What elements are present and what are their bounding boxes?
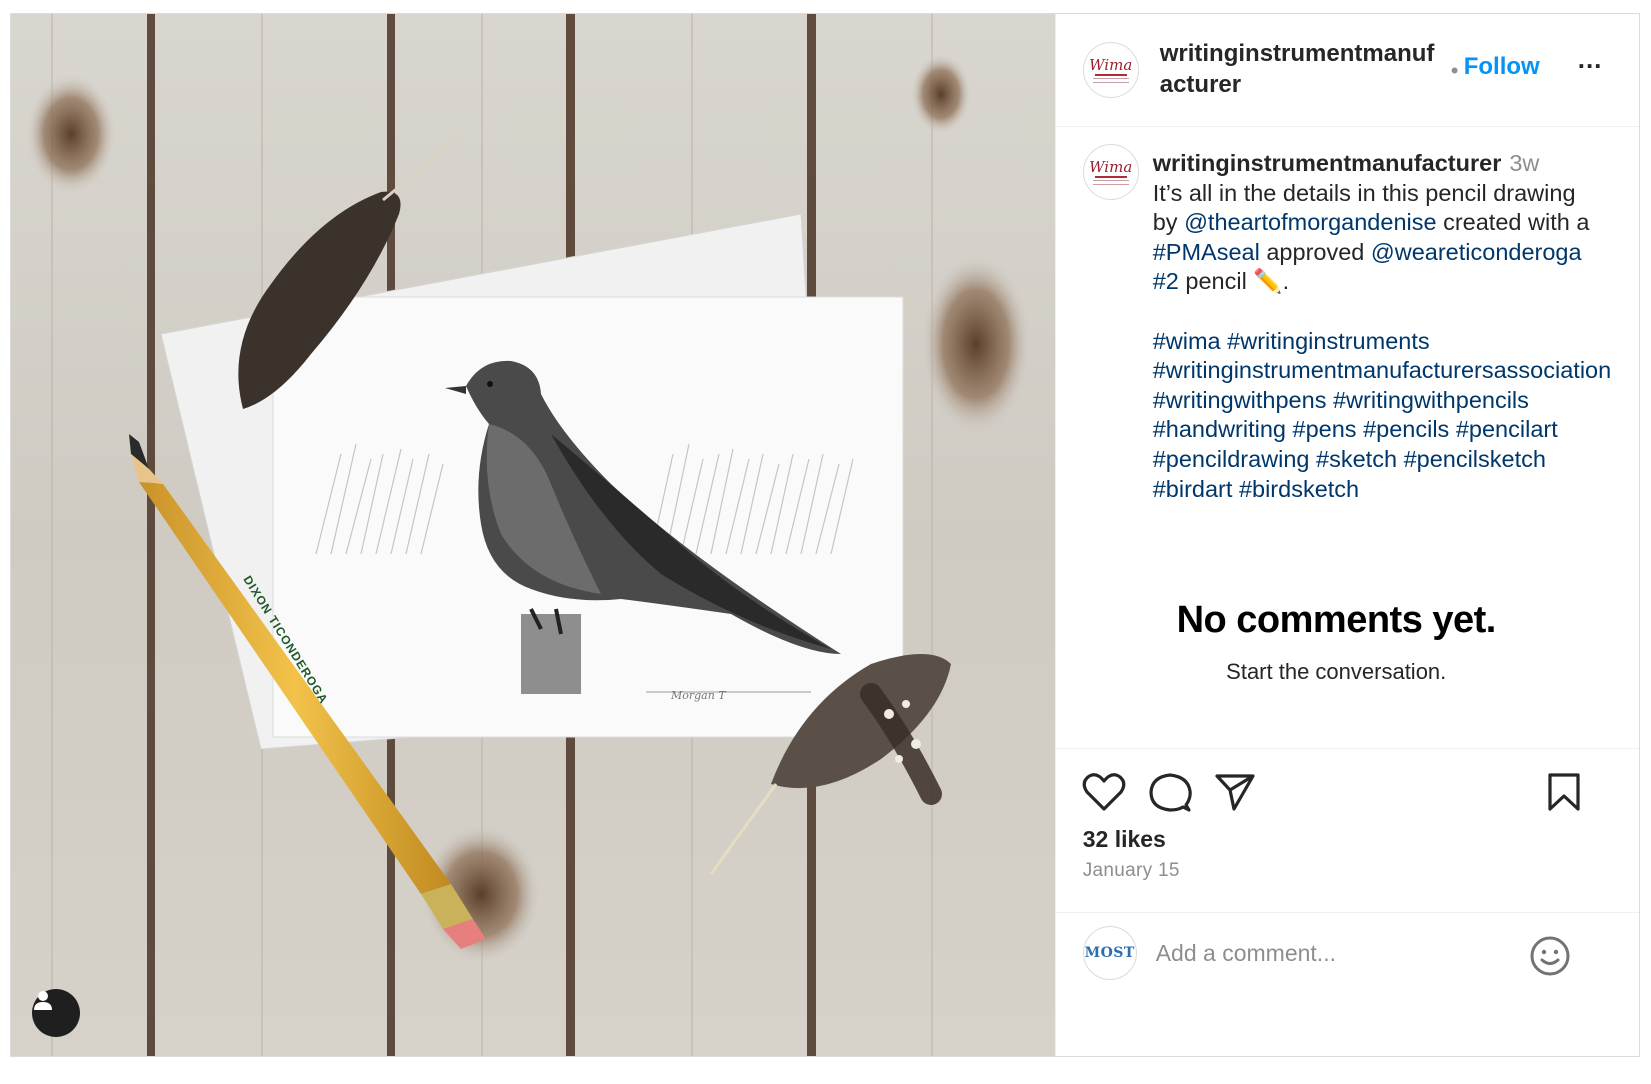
- avatar-logo-line: [1094, 73, 1127, 76]
- author-avatar[interactable]: Wima: [1082, 42, 1139, 98]
- no-comments-title: No comments yet.: [1176, 599, 1497, 641]
- hashtag-link[interactable]: #pencilsketch: [1404, 446, 1546, 472]
- avatar-logo: Wima: [1089, 157, 1133, 176]
- hashtag-link[interactable]: #pencildrawing: [1153, 446, 1310, 472]
- mention-theartofmorgandenise[interactable]: @theartofmorgandenise: [1184, 209, 1436, 235]
- header-username[interactable]: writinginstrumentmanuf acturer: [1160, 38, 1445, 100]
- caption-segment: pencil ✏️.: [1178, 268, 1290, 295]
- hashtag-link[interactable]: #pencilart: [1456, 416, 1558, 442]
- hashtag-link[interactable]: #wima: [1153, 328, 1221, 354]
- separator-dot: •: [1450, 58, 1459, 83]
- hashtag-2[interactable]: #2: [1153, 268, 1179, 294]
- caption-author-avatar[interactable]: Wima: [1082, 144, 1139, 200]
- user-tag-icon: [34, 991, 52, 1010]
- hashtag-link[interactable]: #pens: [1293, 416, 1357, 442]
- avatar-logo-line: [1094, 175, 1127, 178]
- post-caption: writinginstrumentmanufacturer 3w It’s all…: [1153, 149, 1611, 505]
- comment-icon[interactable]: [1148, 772, 1192, 814]
- no-comments-subtitle: Start the conversation.: [1226, 659, 1447, 684]
- post-date[interactable]: January 15: [1083, 860, 1180, 882]
- hashtag-link[interactable]: #writingwithpencils: [1333, 387, 1529, 413]
- post-side-panel: Wima writinginstrumentmanuf acturer • Fo…: [1054, 14, 1639, 1056]
- post-photo: Morgan T DIXON TICONDEROGA: [11, 14, 1055, 1056]
- hashtag-pmaseal[interactable]: #PMAseal: [1153, 239, 1260, 265]
- post-image[interactable]: Morgan T DIXON TICONDEROGA: [11, 14, 1055, 1056]
- post-dialog: Morgan T DIXON TICONDEROGA Wima writingi…: [10, 13, 1640, 1057]
- likes-count[interactable]: 32 likes: [1083, 826, 1166, 853]
- avatar-logo-sub: [1092, 77, 1129, 83]
- divider: [1055, 748, 1639, 749]
- more-options-button[interactable]: ...: [1578, 44, 1603, 75]
- avatar-logo: Wima: [1089, 55, 1133, 74]
- emoji-icon[interactable]: [1528, 934, 1572, 978]
- current-user-avatar: MOST: [1082, 926, 1137, 980]
- hashtag-link[interactable]: #birdart: [1153, 476, 1233, 502]
- heart-icon[interactable]: [1082, 772, 1126, 812]
- hashtag-link[interactable]: #writingwithpens: [1153, 387, 1327, 413]
- share-icon[interactable]: [1214, 772, 1256, 812]
- hashtag-link[interactable]: #writinginstruments: [1227, 328, 1429, 354]
- hashtag-link[interactable]: #birdsketch: [1239, 476, 1359, 502]
- hashtag-link[interactable]: #handwriting: [1153, 416, 1286, 442]
- caption-text: It’s all in the details in this pencil d…: [1153, 179, 1605, 297]
- avatar-logo-sub: [1092, 179, 1129, 185]
- user-tag-button[interactable]: [32, 989, 80, 1037]
- hashtag-list: #wima #writinginstruments #writinginstru…: [1153, 327, 1611, 505]
- mention-weareticonderoga[interactable]: @weareticonderoga: [1371, 239, 1582, 265]
- hashtag-link[interactable]: #pencils: [1363, 416, 1449, 442]
- follow-button[interactable]: Follow: [1464, 53, 1540, 81]
- caption-time[interactable]: 3w: [1509, 150, 1539, 176]
- current-user-avatar-text: MOST: [1084, 945, 1135, 961]
- caption-segment: created with a: [1436, 209, 1590, 236]
- add-comment-input[interactable]: [1155, 932, 1506, 974]
- post-header: Wima writinginstrumentmanuf acturer • Fo…: [1055, 14, 1639, 127]
- caption-username[interactable]: writinginstrumentmanufacturer: [1153, 150, 1502, 176]
- hashtag-link[interactable]: #writinginstrumentmanufacturersassociati…: [1153, 357, 1611, 383]
- drawing-signature: Morgan T: [670, 689, 727, 702]
- bookmark-icon[interactable]: [1546, 772, 1582, 812]
- caption-segment: approved: [1259, 238, 1371, 265]
- hashtag-link[interactable]: #sketch: [1316, 446, 1397, 472]
- divider: [1055, 912, 1639, 913]
